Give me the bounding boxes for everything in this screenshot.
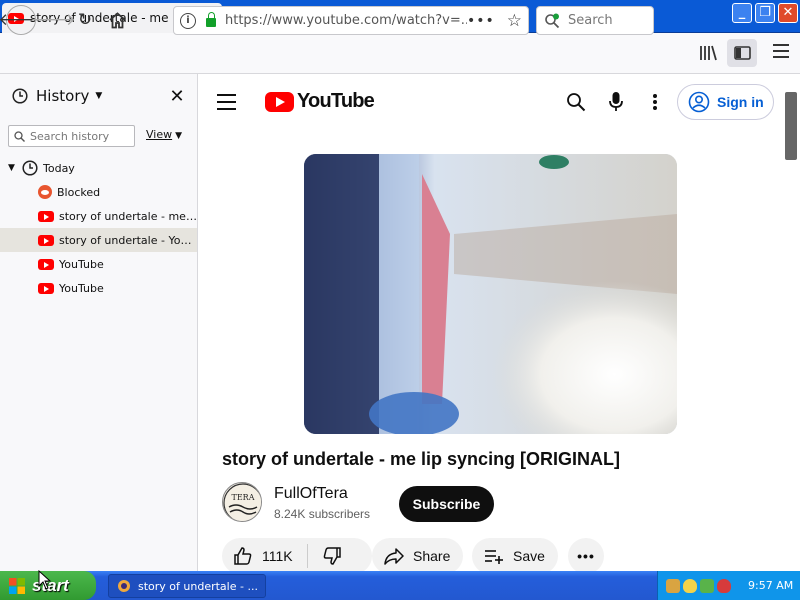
youtube-logo[interactable]: YouTube [265,90,375,113]
sidebar-toggle-button[interactable] [727,39,757,67]
youtube-favicon-icon [38,210,54,222]
update-tray-icon[interactable] [700,578,714,593]
clock: 9:57 AM [748,579,794,592]
sidebar-title: History [36,87,90,105]
maximize-button[interactable]: ❐ [755,3,775,23]
site-info-icon[interactable]: i [180,12,196,29]
youtube-play-icon [265,91,294,112]
clock-icon [12,88,28,104]
clock-icon [22,160,38,176]
minimize-button[interactable]: _ [732,3,752,23]
home-button[interactable] [102,6,132,34]
channel-name[interactable]: FullOfTera [274,485,348,503]
like-dislike-group: 111K [222,538,372,574]
subscribe-button[interactable]: Subscribe [399,486,494,522]
sidebar-icon [733,46,751,60]
divider [306,544,308,568]
library-icon[interactable] [699,45,717,64]
search-history-input[interactable]: Search history [8,125,135,147]
history-item[interactable]: Blocked [0,180,197,204]
youtube-favicon-icon [38,282,54,294]
sidebar-close-icon[interactable]: ✕ [168,86,186,107]
save-button[interactable]: Save [472,538,558,574]
video-frame-image [304,154,677,434]
security-shield-icon[interactable] [683,578,697,593]
system-tray: 9:57 AM [657,571,800,600]
history-item-selected[interactable]: story of undertale - YouTube [0,228,197,252]
search-engine-icon [545,13,560,28]
thumbs-up-icon [234,547,252,565]
history-item[interactable]: YouTube [0,276,197,300]
home-icon [108,11,126,28]
bookmark-star-icon[interactable]: ☆ [507,11,522,31]
guide-menu-icon[interactable] [217,94,236,115]
page-actions-icon[interactable]: ••• [467,13,495,29]
close-window-button[interactable]: ✕ [778,3,798,23]
history-item[interactable]: story of undertale - me lip syncing [0,204,197,228]
video-player[interactable] [304,154,677,434]
search-input[interactable]: Search [568,13,613,28]
sign-in-button[interactable]: Sign in [677,84,774,120]
share-icon [384,548,404,565]
chevron-down-icon[interactable]: ▼ [95,91,102,101]
windows-logo-icon [9,577,25,594]
blocked-site-icon [38,185,52,199]
history-sidebar: History ▼ ✕ Search history View ▼ ▼ Today… [0,74,198,571]
search-icon [14,130,25,142]
menu-icon[interactable] [773,44,789,58]
browser-app-icon [118,580,130,592]
channel-avatar[interactable]: TERA [222,482,262,522]
channel-avatar-image: TERA [223,483,261,521]
taskbar-item-browser[interactable]: story of undertale - ... [108,574,266,598]
address-bar[interactable]: i https://www.youtube.com/watch?v=... ••… [173,6,529,35]
chevron-down-icon: ▼ [175,131,183,141]
network-tray-icon[interactable] [666,578,680,593]
chevron-down-icon: ▼ [8,163,15,173]
account-icon [688,91,710,113]
more-options-icon[interactable] [653,94,657,110]
youtube-favicon-icon [38,258,54,270]
scrollbar-thumb[interactable] [785,92,797,160]
more-actions-icon[interactable]: ••• [568,538,604,574]
reload-button[interactable]: ↻ [70,6,100,34]
navigation-toolbar [0,33,800,74]
lock-icon [206,12,216,27]
history-group-today[interactable]: ▼ Today [0,156,197,180]
subscriber-count: 8.24K subscribers [274,507,371,521]
svg-text:TERA: TERA [232,493,255,502]
video-title: story of undertale - me lip syncing [ORI… [222,449,621,469]
like-button[interactable]: 111K [233,546,293,566]
thumbs-down-icon [323,547,341,565]
mouse-cursor-icon [38,570,52,590]
url-text[interactable]: https://www.youtube.com/watch?v=... [225,13,467,28]
history-item[interactable]: YouTube [0,252,197,276]
forward-button[interactable]: 🡒 [30,6,76,34]
search-icon[interactable] [566,92,586,115]
view-menu-button[interactable]: View ▼ [146,128,182,141]
search-bar[interactable]: Search [536,6,654,35]
microphone-icon[interactable] [608,91,624,116]
alert-shield-icon[interactable] [717,578,731,593]
youtube-favicon-icon [38,234,54,246]
dislike-button[interactable] [322,546,342,566]
save-playlist-icon [485,550,503,564]
share-button[interactable]: Share [372,538,463,574]
